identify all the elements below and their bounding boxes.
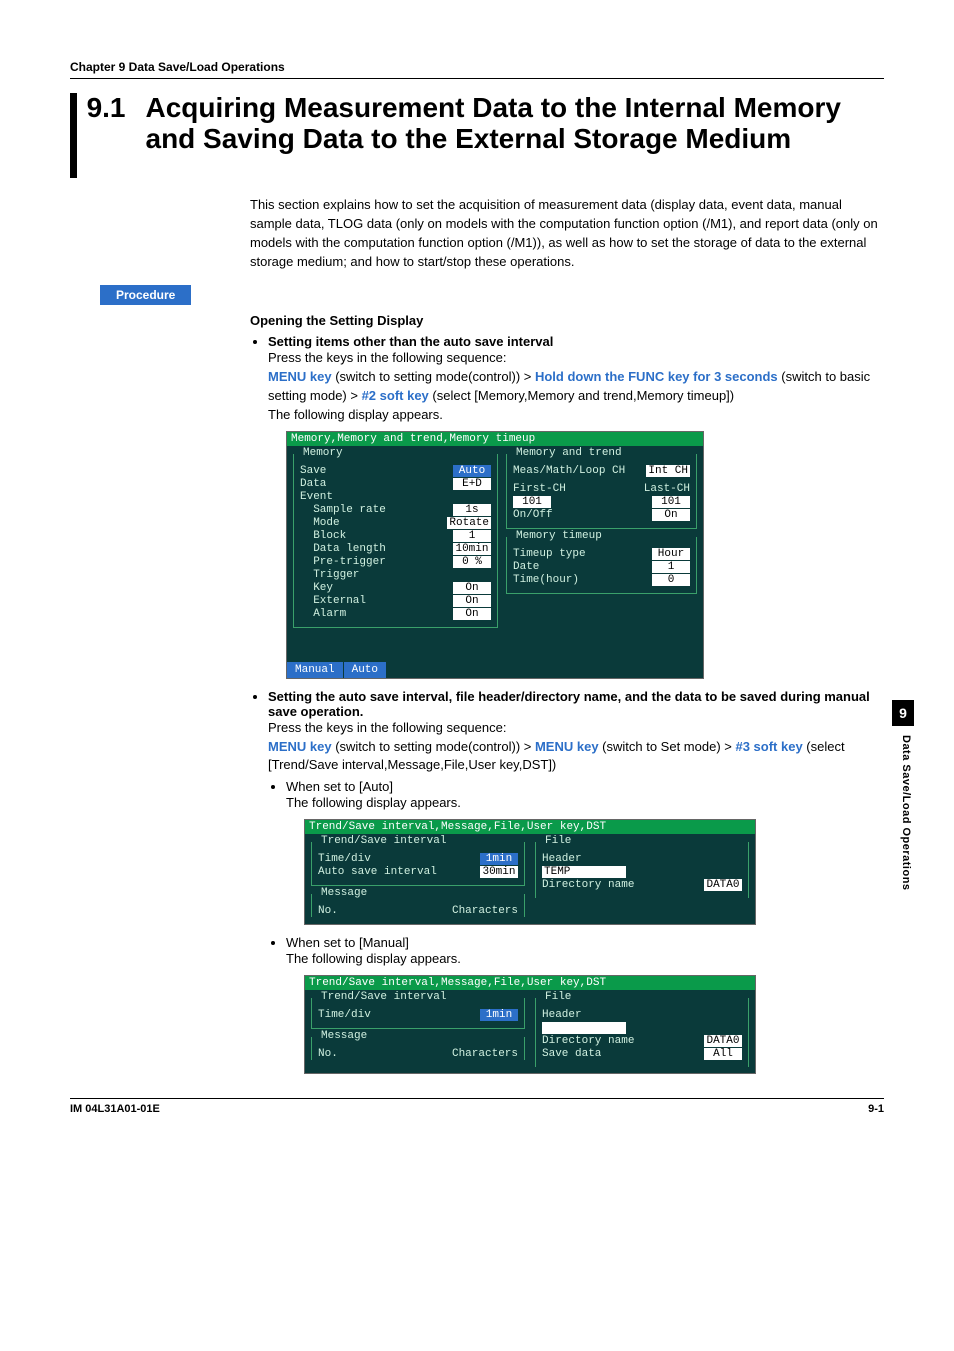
- side-chapter-label: Data Save/Load Operations: [900, 735, 912, 891]
- section-number: 9.1: [87, 93, 126, 124]
- datalength-value[interactable]: 10min: [453, 543, 491, 555]
- mode-value[interactable]: Rotate: [447, 517, 491, 529]
- file-legend-3: File: [542, 991, 574, 1003]
- press-keys-1: Press the keys in the following sequence…: [268, 349, 884, 368]
- following-appears-1: The following display appears.: [268, 406, 884, 425]
- press-keys-2: Press the keys in the following sequence…: [268, 719, 884, 738]
- soft2-after: (select [Memory,Memory and trend,Memory …: [429, 388, 734, 403]
- menu-key-after-1: (switch to setting mode(control)) >: [332, 369, 535, 384]
- key-sequence-1: MENU key (switch to setting mode(control…: [268, 368, 884, 406]
- data-value[interactable]: E+D: [453, 478, 491, 490]
- measmath-value[interactable]: Int CH: [646, 465, 690, 477]
- mat-legend: Memory and trend: [513, 447, 625, 459]
- auto-softkey[interactable]: Auto: [344, 662, 387, 678]
- section-title: Acquiring Measurement Data to the Intern…: [146, 93, 885, 155]
- menu-key-after-2b: (switch to Set mode) >: [599, 739, 736, 754]
- following-appears-3: The following display appears.: [286, 950, 884, 969]
- intro-paragraph: This section explains how to set the acq…: [250, 196, 884, 271]
- memory-legend: Memory: [300, 447, 346, 459]
- bullet1-title: Setting items other than the auto save i…: [268, 334, 553, 349]
- pretrigger-value[interactable]: 0 %: [453, 556, 491, 568]
- firstch-value[interactable]: 101: [513, 496, 551, 508]
- opening-heading: Opening the Setting Display: [250, 313, 884, 328]
- footer-docid: IM 04L31A01-01E: [70, 1103, 160, 1115]
- timediv-value-3[interactable]: 1min: [480, 1009, 518, 1021]
- screen1-title: Memory,Memory and trend,Memory timeup: [287, 432, 703, 446]
- dir-value-3[interactable]: DATA0: [704, 1035, 742, 1047]
- tsi-legend-2: Trend/Save interval: [318, 835, 449, 847]
- timediv-value-2[interactable]: 1min: [480, 853, 518, 865]
- menu-key-text-2a: MENU key: [268, 739, 332, 754]
- alarm-value[interactable]: On: [453, 608, 491, 620]
- footer-page: 9-1: [868, 1103, 884, 1115]
- bullet-autosave-settings: Setting the auto save interval, file hea…: [268, 689, 884, 1074]
- section-heading: 9.1 Acquiring Measurement Data to the In…: [70, 93, 884, 178]
- bullet-other-settings: Setting items other than the auto save i…: [268, 334, 884, 678]
- autosave-value[interactable]: 30min: [480, 866, 518, 878]
- timeuptype-value[interactable]: Hour: [652, 548, 690, 560]
- msg-legend-3: Message: [318, 1030, 370, 1042]
- soft2-text: #2 soft key: [362, 388, 429, 403]
- tsi-legend-3: Trend/Save interval: [318, 991, 449, 1003]
- block-value[interactable]: 1: [453, 530, 491, 542]
- soft3-text: #3 soft key: [735, 739, 802, 754]
- menu-key-text-2b: MENU key: [535, 739, 599, 754]
- key-value[interactable]: On: [453, 582, 491, 594]
- procedure-badge: Procedure: [100, 285, 191, 305]
- timehour-value[interactable]: 0: [652, 574, 690, 586]
- lastch-value[interactable]: 101: [652, 496, 690, 508]
- onoff-value[interactable]: On: [652, 509, 690, 521]
- save-value[interactable]: Auto: [453, 465, 491, 477]
- hold-func-text: Hold down the FUNC key for 3 seconds: [535, 369, 778, 384]
- manual-softkey[interactable]: Manual: [287, 662, 344, 678]
- device-screen-manual: Trend/Save interval,Message,File,User ke…: [304, 975, 756, 1074]
- header-value-2[interactable]: TEMP: [542, 866, 626, 878]
- page-footer: IM 04L31A01-01E 9-1: [70, 1098, 884, 1115]
- external-value[interactable]: On: [453, 595, 491, 607]
- chapter-header: Chapter 9 Data Save/Load Operations: [70, 60, 884, 79]
- screen3-title: Trend/Save interval,Message,File,User ke…: [305, 976, 755, 990]
- menu-key-text-1: MENU key: [268, 369, 332, 384]
- heading-bar-icon: [70, 93, 77, 178]
- header-value-3[interactable]: [542, 1022, 626, 1034]
- bullet2-title: Setting the auto save interval, file hea…: [268, 689, 870, 719]
- date-value[interactable]: 1: [652, 561, 690, 573]
- menu-key-after-2a: (switch to setting mode(control)) >: [332, 739, 535, 754]
- file-legend-2: File: [542, 835, 574, 847]
- savedata-value[interactable]: All: [704, 1048, 742, 1060]
- dir-value-2[interactable]: DATA0: [704, 879, 742, 891]
- when-manual-item: When set to [Manual] The following displ…: [286, 935, 884, 1074]
- when-auto-label: When set to [Auto]: [286, 779, 393, 794]
- when-manual-label: When set to [Manual]: [286, 935, 409, 950]
- device-screen-auto: Trend/Save interval,Message,File,User ke…: [304, 819, 756, 925]
- device-screen-memory: Memory,Memory and trend,Memory timeup Me…: [286, 431, 704, 679]
- timeup-legend: Memory timeup: [513, 530, 605, 542]
- following-appears-2: The following display appears.: [286, 794, 884, 813]
- when-auto-item: When set to [Auto] The following display…: [286, 779, 884, 925]
- side-chapter-tab: 9: [892, 700, 914, 726]
- samplerate-value[interactable]: 1s: [453, 504, 491, 516]
- screen2-title: Trend/Save interval,Message,File,User ke…: [305, 820, 755, 834]
- msg-legend-2: Message: [318, 887, 370, 899]
- key-sequence-2: MENU key (switch to setting mode(control…: [268, 738, 884, 776]
